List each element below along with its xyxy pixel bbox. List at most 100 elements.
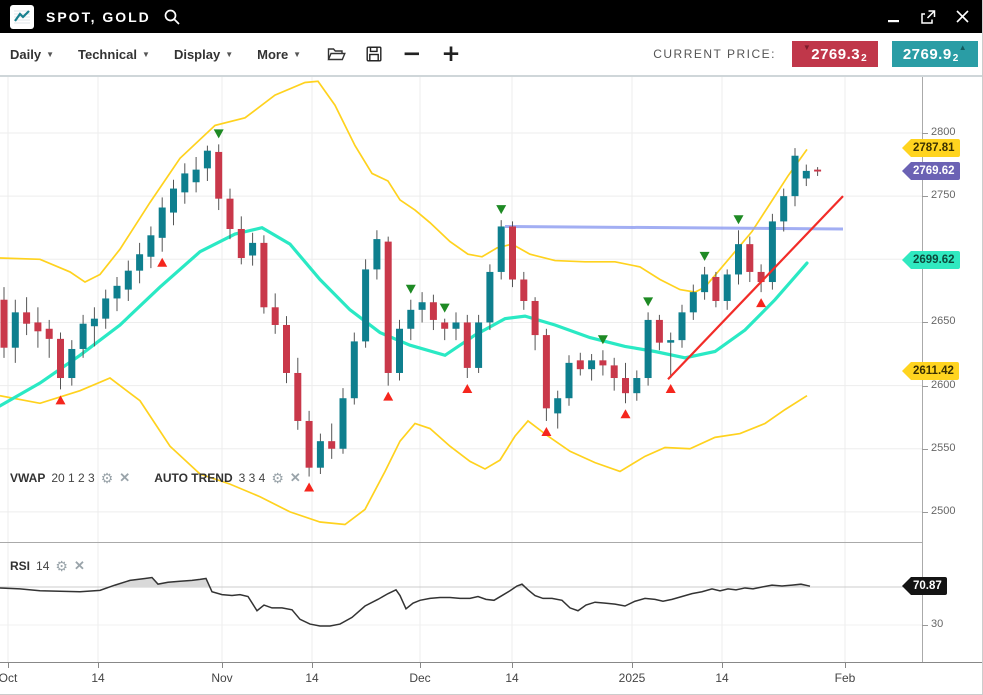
open-folder-icon[interactable] (327, 47, 346, 62)
minimize-button[interactable] (885, 8, 903, 26)
candle-body (23, 312, 30, 323)
time-tick-label: Feb (835, 671, 856, 685)
candle-body (441, 322, 448, 328)
time-tick-label: Oct (0, 671, 17, 685)
candle-body (486, 272, 493, 323)
candle-body (181, 173, 188, 192)
buy-signal-icon (56, 395, 66, 404)
candle-body (577, 360, 584, 369)
time-axis[interactable]: Oct14Nov14Dec14202514Feb (0, 662, 983, 695)
timeframe-menu-label: Daily (10, 47, 41, 62)
candle-body (159, 208, 166, 238)
save-icon[interactable] (366, 46, 382, 62)
candle-body (1, 300, 8, 348)
candle-body (464, 322, 471, 367)
candle-body (520, 280, 527, 301)
technical-menu[interactable]: Technical ▼ (78, 47, 150, 62)
popout-button[interactable] (919, 8, 937, 26)
buy-signal-icon (756, 298, 766, 307)
close-icon[interactable] (953, 8, 971, 26)
candle-body (645, 320, 652, 378)
price-tick (922, 512, 928, 513)
technical-menu-label: Technical (78, 47, 137, 62)
candle-body (498, 226, 505, 271)
gear-icon[interactable]: ⚙ (101, 472, 114, 484)
candle-body (317, 441, 324, 468)
resistance-line[interactable] (505, 226, 843, 229)
candle-body (328, 441, 335, 449)
candle-body (780, 196, 787, 221)
price-tag-value: 2611.42 (911, 362, 959, 380)
price-tag: 2769.62 (902, 162, 960, 180)
candle-body (407, 310, 414, 329)
candle-body (656, 320, 663, 343)
time-tick-label: Dec (409, 671, 430, 685)
time-tick (512, 663, 513, 668)
candle-body (306, 421, 313, 468)
current-price-label: CURRENT PRICE: (653, 47, 776, 61)
gear-icon[interactable]: ⚙ (271, 472, 284, 484)
symbol-title: SPOT, GOLD (46, 9, 151, 25)
price-tick (922, 133, 928, 134)
overlay-indicator-labels: VWAP 20 1 2 3 ⚙ ✕ AUTO TREND 3 3 4 ⚙ ✕ (10, 470, 301, 486)
candle-body (633, 378, 640, 393)
price-tick-label: 2600 (931, 379, 955, 391)
candle-body (170, 189, 177, 213)
timeframe-menu[interactable]: Daily ▼ (10, 47, 54, 62)
rsi-indicator-label: RSI 14 ⚙ ✕ (10, 558, 85, 574)
close-icon[interactable]: ✕ (119, 470, 130, 486)
candle-body (34, 322, 41, 331)
vwap-line (0, 228, 807, 406)
candle-body (724, 274, 731, 301)
candle-body (599, 360, 606, 365)
auto-trend-line[interactable] (668, 196, 843, 379)
candle-body (227, 199, 234, 229)
buy-signal-icon (621, 409, 631, 418)
price-tick (922, 386, 928, 387)
time-tick (312, 663, 313, 668)
chevron-down-icon: ▼ (293, 50, 301, 59)
ask-price-value: 2769.9 (903, 46, 952, 63)
candle-body (735, 244, 742, 274)
candle-body (746, 244, 753, 272)
arrow-up-icon: ▲ (959, 43, 967, 52)
time-tick (722, 663, 723, 668)
time-tick (632, 663, 633, 668)
candle-body (204, 151, 211, 169)
price-tag-arrow (902, 139, 911, 157)
ask-price-badge: 2769.92 ▲ (892, 41, 978, 67)
search-icon[interactable] (163, 8, 181, 26)
rsi-overbought-fill (0, 578, 810, 626)
gear-icon[interactable]: ⚙ (55, 560, 68, 572)
price-tag-value: 2769.62 (911, 162, 960, 180)
price-tag-value: 70.87 (911, 577, 947, 595)
arrow-down-icon: ▼ (803, 43, 811, 52)
ask-price-pip: 2 (953, 53, 959, 64)
price-tag-arrow (902, 251, 911, 269)
candle-body (690, 292, 697, 312)
candle-body (701, 274, 708, 292)
zoom-out-button[interactable]: − (402, 44, 421, 64)
rsi-chart-canvas[interactable] (0, 543, 922, 662)
candle-body (792, 156, 799, 196)
more-menu[interactable]: More ▼ (257, 47, 301, 62)
candle-body (57, 339, 64, 378)
display-menu[interactable]: Display ▼ (174, 47, 233, 62)
display-menu-label: Display (174, 47, 220, 62)
candle-body (554, 398, 561, 413)
price-tick-label: 2650 (931, 315, 955, 327)
candle-body (679, 312, 686, 340)
candle-body (147, 235, 154, 256)
price-tag: 2787.81 (902, 139, 960, 157)
price-tag: 70.87 (902, 577, 947, 595)
candle-body (193, 170, 200, 183)
close-icon[interactable]: ✕ (74, 558, 85, 574)
panel-divider[interactable] (0, 542, 922, 543)
zoom-in-button[interactable]: + (441, 44, 460, 64)
sell-signal-icon (734, 215, 744, 224)
price-tag: 2611.42 (902, 362, 959, 380)
candle-body (566, 363, 573, 398)
close-icon[interactable]: ✕ (290, 470, 301, 486)
time-tick-label: Nov (211, 671, 232, 685)
time-tick-label: 14 (91, 671, 104, 685)
